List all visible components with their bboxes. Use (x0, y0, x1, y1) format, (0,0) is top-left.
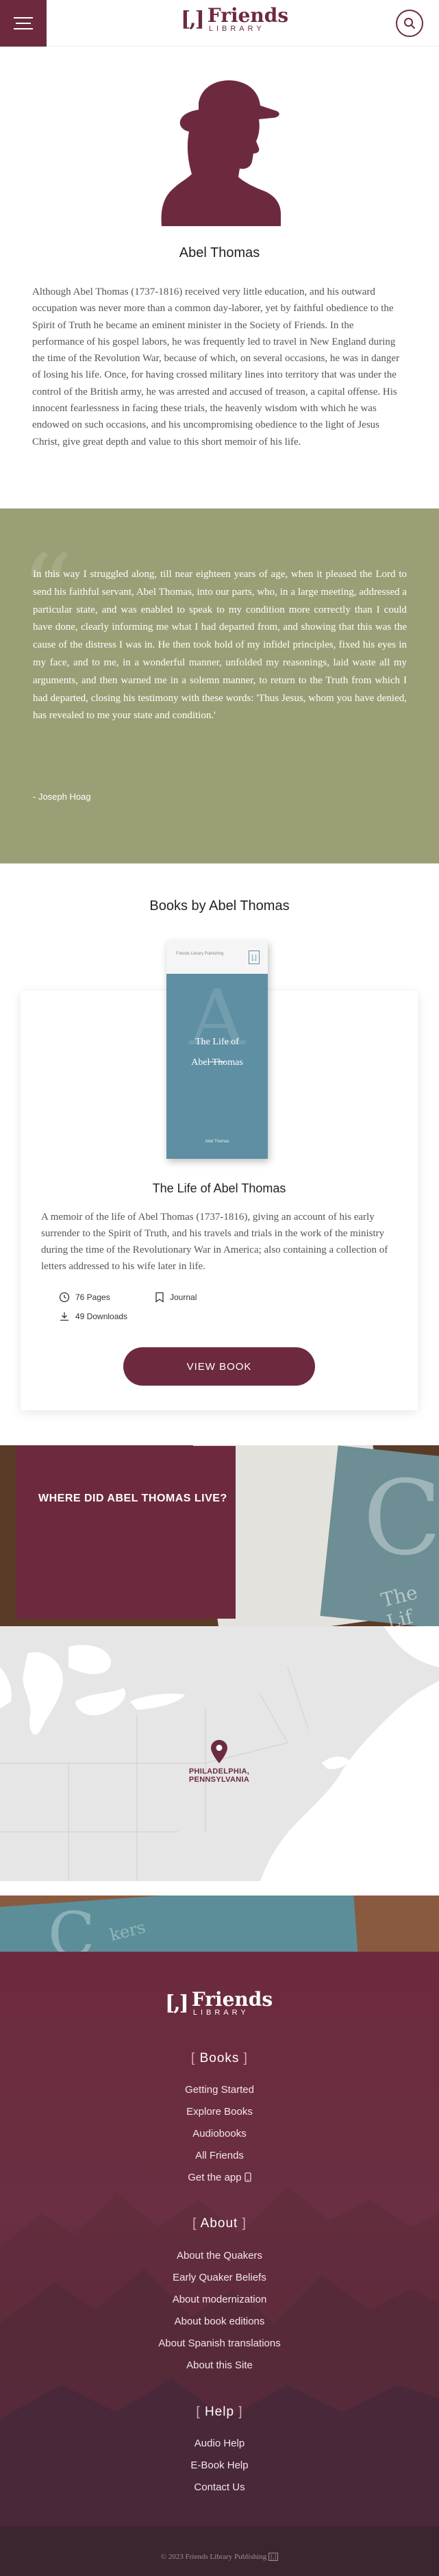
search-icon (404, 18, 415, 29)
book-type-text: Journal (170, 1292, 197, 1302)
footer-logo-subtitle: LIBRARY (192, 2009, 249, 2017)
hamburger-icon (14, 17, 33, 19)
hamburger-icon-line (14, 28, 33, 29)
footer-link-get-app-text: Get the app (188, 2172, 242, 2183)
footer-link-about-quakers[interactable]: About the Quakers (0, 2250, 439, 2261)
cover-header-text: Friends Library Publishing (176, 952, 224, 956)
cover-title-spacer (166, 1049, 268, 1056)
search-button[interactable] (396, 10, 423, 37)
logo-mark: [,] (181, 8, 205, 32)
footer-link-spanish-translations[interactable]: About Spanish translations (0, 2338, 439, 2349)
book-type: Journal (155, 1292, 197, 1303)
author-bio: Although Abel Thomas (1737-1816) receive… (32, 286, 400, 447)
book-downloads: 49 Downloads (59, 1311, 127, 1322)
clock-icon (59, 1292, 70, 1303)
menu-button[interactable] (0, 0, 47, 47)
cover-title-line1: The Life of (195, 1037, 239, 1047)
cover-header: Friends Library Publishing [,] (166, 941, 268, 974)
author-silhouette-icon (161, 80, 281, 226)
footer-link-getting-started[interactable]: Getting Started (0, 2084, 439, 2096)
books-heading: Books by Abel Thomas (149, 898, 290, 913)
footer-logo-mark: [,] (165, 1991, 189, 2015)
where-box (16, 1446, 236, 1619)
footer-link-get-app[interactable]: Get the app (0, 2172, 439, 2183)
book-downloads-text: 49 Downloads (75, 1312, 128, 1321)
footer-link-audio-help[interactable]: Audio Help (0, 2438, 439, 2449)
map-location-label: PHILADELPHIA, PENNSYLVANIA (188, 1767, 250, 1784)
footer-link-explore-books[interactable]: Explore Books (0, 2106, 439, 2118)
bookmark-icon (155, 1292, 164, 1303)
footer-heading-help: [ Help ] (196, 2405, 243, 2419)
cover-title: The Life of Abel Thomas (166, 1035, 268, 1070)
footer-link-about-site[interactable]: About this Site (0, 2359, 439, 2371)
site-header: [,] Friends LIBRARY (0, 0, 439, 47)
footer-link-quaker-beliefs[interactable]: Early Quaker Beliefs (0, 2272, 439, 2283)
footer-heading-about-text: About (200, 2216, 238, 2231)
footer-logo-title: Friends (191, 1988, 273, 2011)
site-logo[interactable]: [,] Friends LIBRARY (181, 6, 288, 33)
footer-bottom-bar (0, 2527, 439, 2576)
download-icon (60, 1312, 68, 1321)
quote-attribution: - Joseph Hoag (33, 792, 91, 802)
logo-subtitle: LIBRARY (208, 25, 265, 33)
footer-heading-books: [ Books ] (191, 2051, 248, 2065)
footer-link-audiobooks[interactable]: Audiobooks (0, 2128, 439, 2139)
footer-heading-about: [ About ] (192, 2216, 247, 2231)
book-cover[interactable]: Friends Library Publishing [,] A The Lif… (166, 941, 268, 1159)
map-pin-icon[interactable] (211, 1740, 227, 1763)
logo-title: Friends (207, 4, 289, 27)
cover-author: Abel Thomas (205, 1140, 229, 1144)
author-name: Abel Thomas (179, 245, 260, 260)
cover-logo-icon: [,] (249, 950, 260, 964)
logo-text: Friends LIBRARY (208, 6, 288, 33)
footer-link-modernization[interactable]: About modernization (0, 2294, 439, 2305)
footer-logo[interactable]: [,] Friends LIBRARY (165, 1990, 273, 2017)
phone-icon (244, 2172, 251, 2182)
cover-title-line2: Abel Thomas (191, 1057, 243, 1068)
footer-link-all-friends[interactable]: All Friends (0, 2150, 439, 2161)
footer-heading-help-text: Help (204, 2405, 235, 2419)
copyright-text: © 2023 Friends Library Publishing (160, 2553, 267, 2561)
book-title[interactable]: The Life of Abel Thomas (21, 1181, 418, 1196)
copyright: © 2023 Friends Library Publishing [,] (0, 2553, 439, 2561)
where-bg-initial: C (363, 1459, 439, 1578)
footer-link-contact-us[interactable]: Contact Us (0, 2481, 439, 2493)
book-description: A memoir of the life of Abel Thomas (173… (41, 1212, 388, 1272)
footer-link-book-editions[interactable]: About book editions (0, 2316, 439, 2327)
view-book-button[interactable]: VIEW BOOK (123, 1347, 315, 1386)
book-pages-text: 76 Pages (75, 1292, 110, 1302)
hamburger-icon-line (16, 23, 31, 24)
where-heading: WHERE DID ABEL THOMAS LIVE? (38, 1493, 227, 1504)
footer-link-ebook-help[interactable]: E-Book Help (0, 2460, 439, 2471)
quote-text: In this way I struggled along, till near… (33, 569, 407, 722)
teaser-strip: C kers (0, 1896, 439, 1952)
strip-initial: C (48, 1899, 95, 1952)
book-pages: 76 Pages (59, 1292, 110, 1303)
footer-logo-text: Friends LIBRARY (192, 1990, 273, 2017)
copyright-logo-icon: [,] (268, 2553, 279, 2561)
footer-heading-books-text: Books (199, 2051, 240, 2065)
